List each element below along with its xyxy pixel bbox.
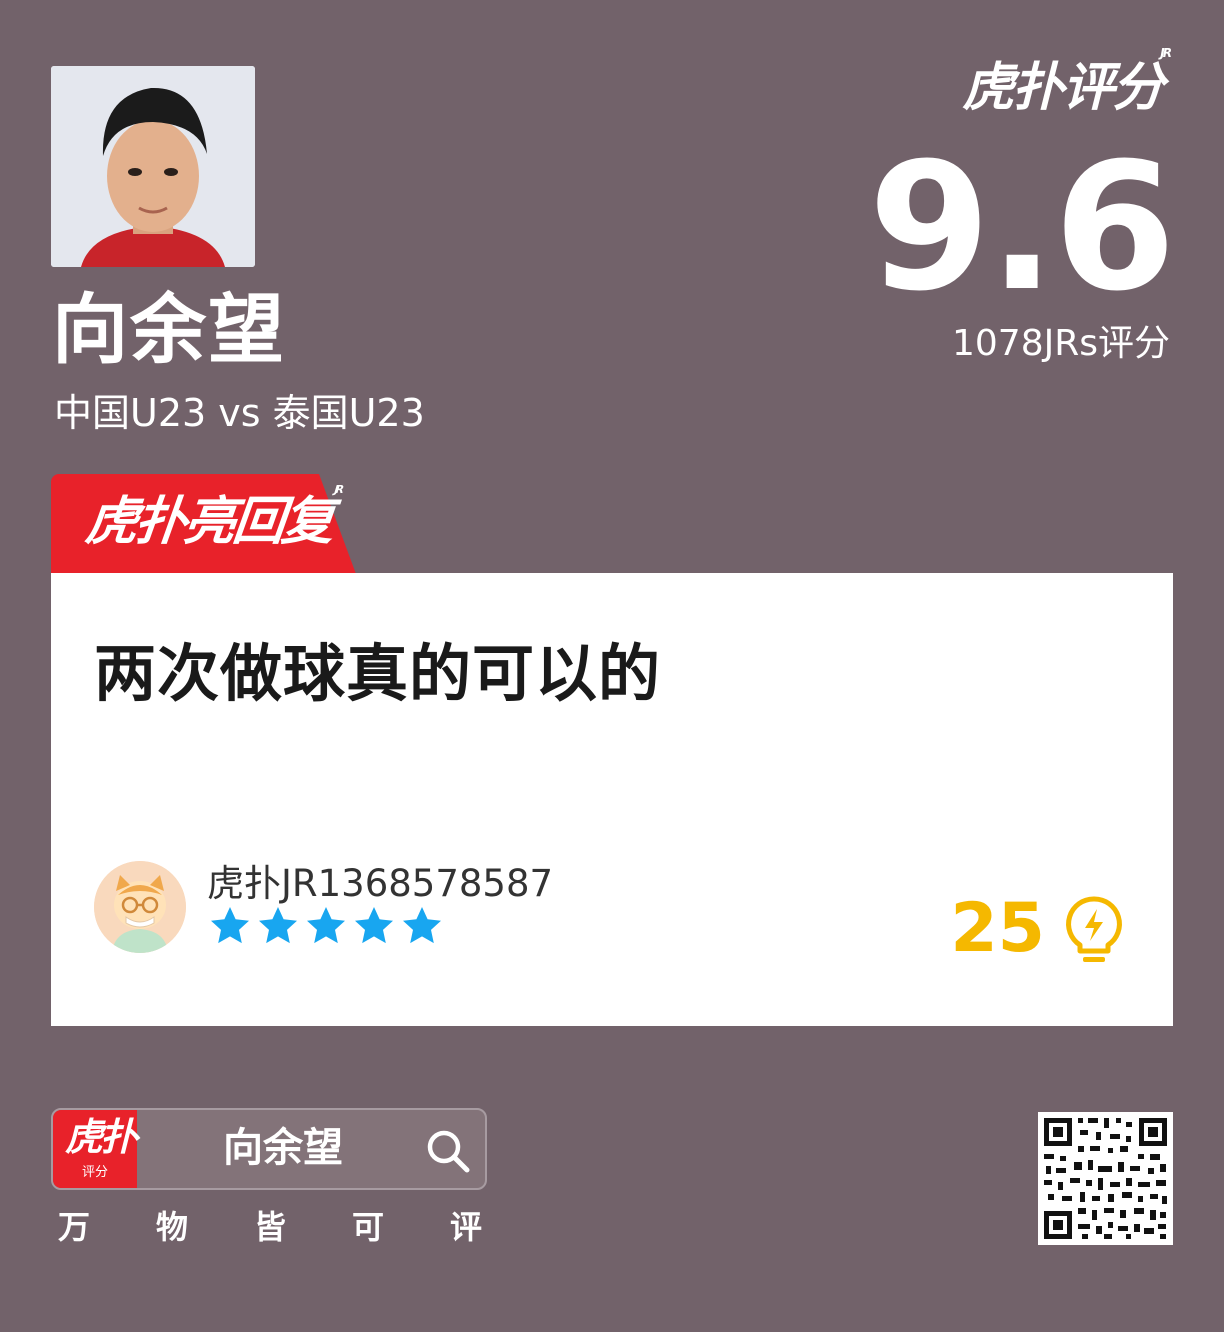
avatar[interactable] <box>94 861 186 953</box>
brand-logo-sup: JR <box>1160 45 1172 60</box>
highlight-tab-text: 虎扑亮回复 <box>82 492 335 552</box>
match-title: 中国U23 vs 泰国U23 <box>54 391 425 435</box>
brand-logo-text: 虎扑评分 <box>962 58 1164 118</box>
lightbulb-icon[interactable] <box>1063 895 1125 967</box>
highlight-tab-label: 虎扑亮回复JR <box>83 483 342 552</box>
slogan-char: 皆 <box>254 1208 287 1246</box>
slogan-char: 万 <box>58 1208 91 1246</box>
player-photo <box>51 66 255 267</box>
rating-count: 1078JRs评分 <box>951 323 1170 364</box>
username[interactable]: 虎扑JR1368578587 <box>207 865 553 902</box>
star-rating <box>209 905 449 949</box>
star-icon <box>403 907 441 944</box>
app-icon-text: 虎扑 <box>65 1115 138 1159</box>
star-icon <box>307 907 345 944</box>
star-icon <box>211 907 249 944</box>
slogan-char: 可 <box>352 1208 385 1246</box>
comment-text: 两次做球真的可以的 <box>94 637 662 710</box>
comment-card: 两次做球真的可以的 虎扑JR1368578587 25 <box>51 573 1173 1026</box>
rating-score: 9.6 <box>868 125 1176 330</box>
app-icon[interactable]: 虎扑 评分 <box>53 1110 138 1188</box>
qr-code-icon <box>1038 1112 1173 1245</box>
app-icon-subtext: 评分 <box>81 1165 108 1180</box>
search-bar[interactable]: 虎扑 评分 向余望 <box>51 1108 487 1190</box>
star-icon <box>259 907 297 944</box>
search-query[interactable]: 向余望 <box>223 1128 343 1168</box>
highlight-tab-sup: JR <box>333 482 342 496</box>
slogan-char: 评 <box>450 1208 483 1246</box>
player-name: 向余望 <box>52 285 286 374</box>
slogan-char: 物 <box>156 1208 189 1246</box>
search-icon[interactable] <box>425 1128 471 1174</box>
brand-logo: 虎扑评分JR <box>962 47 1172 114</box>
star-icon <box>355 907 393 944</box>
like-count: 25 <box>950 889 1045 968</box>
